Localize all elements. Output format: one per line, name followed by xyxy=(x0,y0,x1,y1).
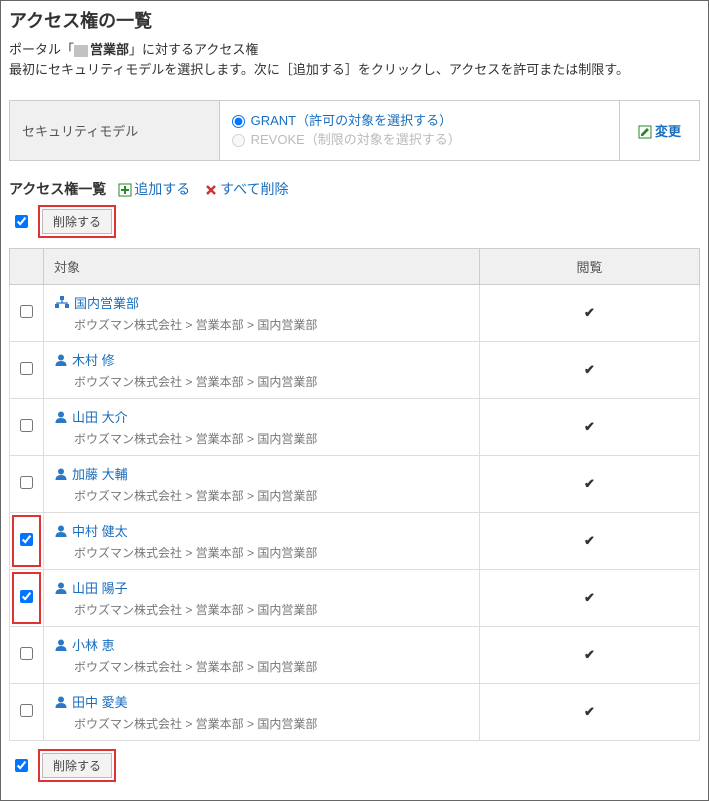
view-check: ✔ xyxy=(480,683,700,740)
delete-button-highlight-bottom: 削除する xyxy=(38,749,116,782)
view-check: ✔ xyxy=(480,341,700,398)
user-icon xyxy=(54,524,68,541)
row-name-link[interactable]: 田中 愛美 xyxy=(72,695,128,710)
row-checkbox[interactable] xyxy=(20,533,33,546)
change-text: 変更 xyxy=(655,124,681,139)
edit-icon xyxy=(638,125,652,139)
intro-suffix: 」に対するアクセス権 xyxy=(129,42,258,57)
add-link[interactable]: 追加する xyxy=(118,181,194,197)
table-row: 木村 修ボウズマン株式会社 > 営業本部 > 国内営業部 ✔ xyxy=(10,341,700,398)
delete-button-top[interactable]: 削除する xyxy=(42,209,112,234)
user-icon xyxy=(54,353,68,370)
select-all-checkbox-bottom[interactable] xyxy=(15,759,28,772)
row-path: ボウズマン株式会社 > 営業本部 > 国内営業部 xyxy=(54,316,469,333)
row-path: ボウズマン株式会社 > 営業本部 > 国内営業部 xyxy=(54,715,469,732)
user-icon xyxy=(54,695,68,712)
row-name-link[interactable]: 加藤 大輔 xyxy=(72,467,128,482)
delete-all-link[interactable]: すべて削除 xyxy=(204,181,288,197)
portal-icon xyxy=(74,45,88,57)
list-header: アクセス権一覧 xyxy=(9,181,106,197)
portal-name: 営業部 xyxy=(90,42,129,57)
user-icon xyxy=(54,467,68,484)
view-check: ✔ xyxy=(480,512,700,569)
row-name-link[interactable]: 国内営業部 xyxy=(74,296,139,311)
row-name-link[interactable]: 木村 修 xyxy=(72,353,115,368)
row-checkbox[interactable] xyxy=(20,419,33,432)
row-path: ボウズマン株式会社 > 営業本部 > 国内営業部 xyxy=(54,373,469,390)
page-title: アクセス権の一覧 xyxy=(9,7,700,33)
col-view: 閲覧 xyxy=(480,248,700,284)
security-model-label: セキュリティモデル xyxy=(10,100,220,160)
intro-prefix: ポータル「 xyxy=(9,42,74,57)
view-check: ✔ xyxy=(480,626,700,683)
add-text: 追加する xyxy=(134,181,190,197)
org-icon xyxy=(54,296,70,313)
row-name-link[interactable]: 山田 陽子 xyxy=(72,581,128,596)
list-toolbar: アクセス権一覧 追加する すべて削除 xyxy=(9,179,700,199)
delete-button-bottom[interactable]: 削除する xyxy=(42,753,112,778)
change-link[interactable]: 変更 xyxy=(638,124,681,139)
security-model-box: セキュリティモデル GRANT（許可の対象を選択する） REVOKE（制限の対象… xyxy=(9,100,700,161)
portal-intro: ポータル「 営業部」に対するアクセス権 xyxy=(9,39,700,58)
view-check: ✔ xyxy=(480,398,700,455)
row-checkbox[interactable] xyxy=(20,476,33,489)
view-check: ✔ xyxy=(480,284,700,341)
row-path: ボウズマン株式会社 > 営業本部 > 国内営業部 xyxy=(54,658,469,675)
table-row: 加藤 大輔ボウズマン株式会社 > 営業本部 > 国内営業部 ✔ xyxy=(10,455,700,512)
add-icon xyxy=(118,183,132,197)
delete-all-icon xyxy=(204,183,218,197)
instruction-text: 最初にセキュリティモデルを選択します。次に［追加する］をクリックし、アクセスを許… xyxy=(9,60,700,80)
row-checkbox[interactable] xyxy=(20,647,33,660)
user-icon xyxy=(54,638,68,655)
delete-button-highlight-top: 削除する xyxy=(38,205,116,238)
table-row: 山田 大介ボウズマン株式会社 > 営業本部 > 国内営業部 ✔ xyxy=(10,398,700,455)
row-name-link[interactable]: 小林 恵 xyxy=(72,638,115,653)
row-path: ボウズマン株式会社 > 営業本部 > 国内営業部 xyxy=(54,430,469,447)
row-name-link[interactable]: 中村 健太 xyxy=(72,524,128,539)
access-table: 対象 閲覧 国内営業部ボウズマン株式会社 > 営業本部 > 国内営業部✔木村 修… xyxy=(9,248,700,742)
row-path: ボウズマン株式会社 > 営業本部 > 国内営業部 xyxy=(54,487,469,504)
view-check: ✔ xyxy=(480,455,700,512)
table-row: 国内営業部ボウズマン株式会社 > 営業本部 > 国内営業部 ✔ xyxy=(10,284,700,341)
row-checkbox[interactable] xyxy=(20,362,33,375)
select-all-checkbox-top[interactable] xyxy=(15,215,28,228)
row-checkbox[interactable] xyxy=(20,590,33,603)
row-path: ボウズマン株式会社 > 営業本部 > 国内営業部 xyxy=(54,601,469,618)
row-checkbox[interactable] xyxy=(20,704,33,717)
grant-radio[interactable] xyxy=(232,115,245,128)
col-target: 対象 xyxy=(44,248,480,284)
bulk-row-bottom: 削除する xyxy=(9,749,700,782)
delete-all-text: すべて削除 xyxy=(220,181,288,197)
table-row: 小林 恵ボウズマン株式会社 > 営業本部 > 国内営業部 ✔ xyxy=(10,626,700,683)
table-row: 田中 愛美ボウズマン株式会社 > 営業本部 > 国内営業部 ✔ xyxy=(10,683,700,740)
bulk-row-top: 削除する xyxy=(9,205,700,238)
user-icon xyxy=(54,410,68,427)
col-checkbox xyxy=(10,248,44,284)
row-path: ボウズマン株式会社 > 営業本部 > 国内営業部 xyxy=(54,544,469,561)
row-name-link[interactable]: 山田 大介 xyxy=(72,410,128,425)
user-icon xyxy=(54,581,68,598)
revoke-radio[interactable] xyxy=(232,134,245,147)
row-checkbox[interactable] xyxy=(20,305,33,318)
table-row: 山田 陽子ボウズマン株式会社 > 営業本部 > 国内営業部 ✔ xyxy=(10,569,700,626)
grant-label: GRANT（許可の対象を選択する） xyxy=(251,113,453,128)
view-check: ✔ xyxy=(480,569,700,626)
table-row: 中村 健太ボウズマン株式会社 > 営業本部 > 国内営業部 ✔ xyxy=(10,512,700,569)
revoke-label: REVOKE（制限の対象を選択する） xyxy=(251,132,461,147)
